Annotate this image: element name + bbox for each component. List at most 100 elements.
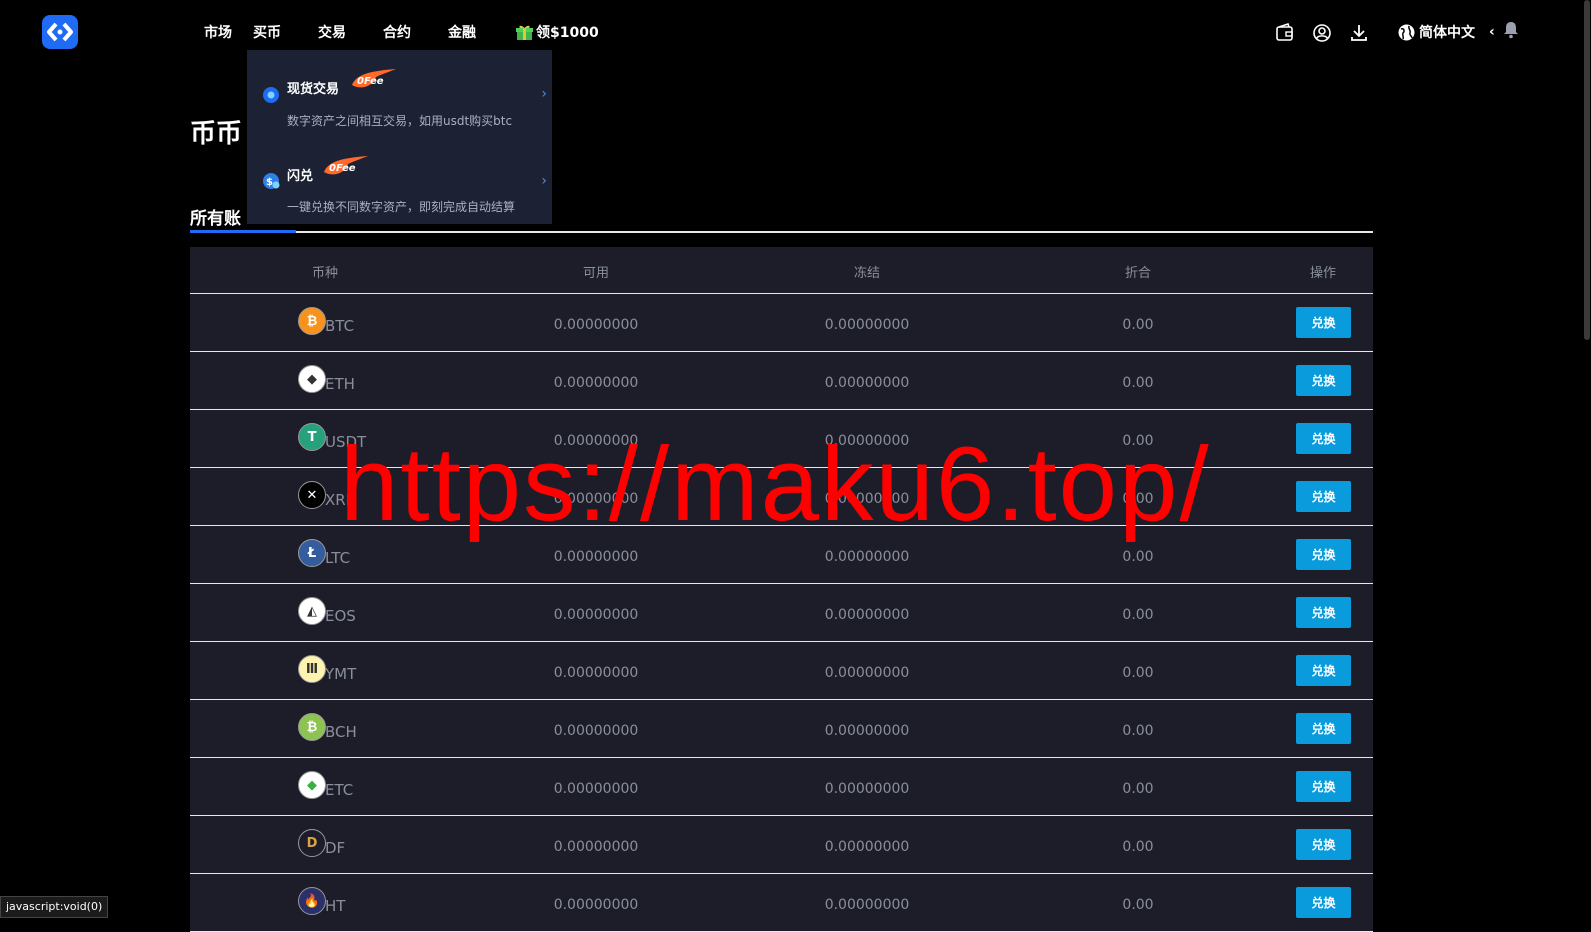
available-balance: 0.00000000 (553, 839, 639, 855)
dropdown-item-spot-trade[interactable]: 现货交易 0Fee 数字资产之间相互交易，如用usdt购买btc › (247, 50, 552, 137)
equivalent-value: 0.00 (1122, 665, 1154, 681)
exchange-button[interactable]: 兑换 (1296, 481, 1351, 512)
frozen-balance: 0.00000000 (824, 839, 910, 855)
exchange-button[interactable]: 兑换 (1296, 597, 1351, 628)
coin-symbol: BCH (325, 723, 357, 741)
svg-text:0Fee: 0Fee (357, 76, 384, 87)
table-row: 🔥 HT 0.00000000 0.00000000 0.00 兑换 (190, 874, 1373, 932)
spot-trade-icon (263, 87, 279, 103)
exchange-button[interactable]: 兑换 (1296, 713, 1351, 744)
etc-icon: ◆ (298, 771, 326, 799)
equivalent-value: 0.00 (1122, 781, 1154, 797)
user-icon[interactable] (1312, 23, 1332, 43)
table-row: ◭ EOS 0.00000000 0.00000000 0.00 兑换 (190, 584, 1373, 642)
available-balance: 0.00000000 (553, 607, 639, 623)
equivalent-value: 0.00 (1122, 839, 1154, 855)
nav-contract[interactable]: 合约 (383, 22, 411, 42)
chevron-right-icon: › (541, 173, 547, 189)
equivalent-value: 0.00 (1122, 491, 1154, 507)
exchange-button[interactable]: 兑换 (1296, 307, 1351, 338)
exchange-button[interactable]: 兑换 (1296, 829, 1351, 860)
column-header-action: 操作 (1309, 266, 1337, 281)
available-balance: 0.00000000 (553, 723, 639, 739)
table-row: ₿ BTC 0.00000000 0.00000000 0.00 兑换 (190, 294, 1373, 352)
frozen-balance: 0.00000000 (824, 317, 910, 333)
flash-swap-icon: $ (263, 173, 280, 189)
eos-icon: ◭ (298, 597, 326, 625)
scrollbar[interactable] (1568, 0, 1591, 929)
column-header-coin: 币种 (311, 266, 339, 281)
eth-icon: ◆ (298, 365, 326, 393)
wallet-icon[interactable] (1275, 23, 1295, 43)
frozen-balance: 0.00000000 (824, 665, 910, 681)
available-balance: 0.00000000 (553, 781, 639, 797)
nav-promo[interactable]: 领$1000 (516, 22, 599, 42)
coin-symbol: DF (325, 839, 346, 857)
table-row: ✕ XRP 0.00000000 0.00000000 0.00 兑换 (190, 468, 1373, 526)
table-row: ◆ ETH 0.00000000 0.00000000 0.00 兑换 (190, 352, 1373, 410)
coin-symbol: LTC (325, 549, 351, 567)
nav-trade[interactable]: 交易 (318, 22, 346, 42)
table-body: ₿ BTC 0.00000000 0.00000000 0.00 兑换 ◆ ETH 0.0000… (190, 294, 1373, 932)
frozen-balance: 0.00000000 (824, 433, 910, 449)
tab-divider (190, 231, 1373, 233)
equivalent-value: 0.00 (1122, 375, 1154, 391)
equivalent-value: 0.00 (1122, 317, 1154, 333)
available-balance: 0.00000000 (553, 317, 639, 333)
dropdown-item-title: 现货交易 (287, 82, 340, 97)
table-row: D DF 0.00000000 0.00000000 0.00 兑换 (190, 816, 1373, 874)
frozen-balance: 0.00000000 (824, 723, 910, 739)
dropdown-item-title: 闪兑 (287, 169, 314, 184)
chevron-right-icon: › (541, 86, 547, 102)
logo-icon (47, 22, 73, 42)
xrp-icon: ✕ (298, 481, 326, 509)
equivalent-value: 0.00 (1122, 607, 1154, 623)
download-icon[interactable] (1349, 23, 1369, 43)
promo-label: 领$1000 (536, 25, 599, 41)
frozen-balance: 0.00000000 (824, 549, 910, 565)
usdt-icon: T (298, 423, 326, 451)
coin-symbol: YMT (325, 665, 357, 683)
buy-crypto-dropdown: 现货交易 0Fee 数字资产之间相互交易，如用usdt购买btc › $ 闪兑 … (247, 50, 552, 224)
bell-icon[interactable] (1503, 21, 1519, 39)
df-icon: D (298, 829, 326, 857)
column-header-equivalent: 折合 (1124, 266, 1152, 281)
scrollbar-thumb[interactable] (1584, 0, 1590, 340)
brand-logo[interactable] (42, 15, 78, 49)
asset-table: 币种 可用 冻结 折合 操作 ₿ BTC 0.00000000 0.00000000 0… (190, 247, 1373, 932)
frozen-balance: 0.00000000 (824, 607, 910, 623)
nav-finance[interactable]: 金融 (448, 22, 476, 42)
table-row: ◆ ETC 0.00000000 0.00000000 0.00 兑换 (190, 758, 1373, 816)
available-balance: 0.00000000 (553, 549, 639, 565)
frozen-balance: 0.00000000 (824, 897, 910, 913)
page-title: 币币 (190, 119, 243, 149)
exchange-button[interactable]: 兑换 (1296, 423, 1351, 454)
dropdown-item-flash-swap[interactable]: $ 闪兑 0Fee 一键兑换不同数字资产，即刻完成自动结算 › (247, 137, 552, 224)
frozen-balance: 0.00000000 (824, 491, 910, 507)
nav-market[interactable]: 市场 (204, 22, 232, 42)
svg-text:0Fee: 0Fee (329, 163, 356, 174)
available-balance: 0.00000000 (553, 433, 639, 449)
status-bar-url: javascript:void(0) (0, 896, 109, 918)
language-switcher[interactable]: 简体中文 ‹ (1398, 22, 1495, 42)
exchange-button[interactable]: 兑换 (1296, 887, 1351, 918)
available-balance: 0.00000000 (553, 375, 639, 391)
exchange-button[interactable]: 兑换 (1296, 655, 1351, 686)
exchange-button[interactable]: 兑换 (1296, 539, 1351, 570)
dropdown-item-desc: 一键兑换不同数字资产，即刻完成自动结算 (287, 200, 516, 214)
chevron-left-icon: ‹ (1489, 24, 1495, 40)
coin-symbol: USDT (325, 433, 367, 451)
exchange-button[interactable]: 兑换 (1296, 771, 1351, 802)
ymt-icon: Ⅲ (298, 655, 326, 683)
column-header-frozen: 冻结 (853, 266, 881, 281)
equivalent-value: 0.00 (1122, 433, 1154, 449)
table-row: ₿ BCH 0.00000000 0.00000000 0.00 兑换 (190, 700, 1373, 758)
exchange-button[interactable]: 兑换 (1296, 365, 1351, 396)
available-balance: 0.00000000 (553, 491, 639, 507)
zero-fee-badge: 0Fee (352, 69, 396, 88)
ltc-icon: Ł (298, 539, 326, 567)
tab-all-accounts[interactable]: 所有账 (190, 204, 241, 229)
column-header-available: 可用 (582, 266, 610, 281)
nav-buy-crypto[interactable]: 买币 (253, 22, 281, 42)
equivalent-value: 0.00 (1122, 897, 1154, 913)
